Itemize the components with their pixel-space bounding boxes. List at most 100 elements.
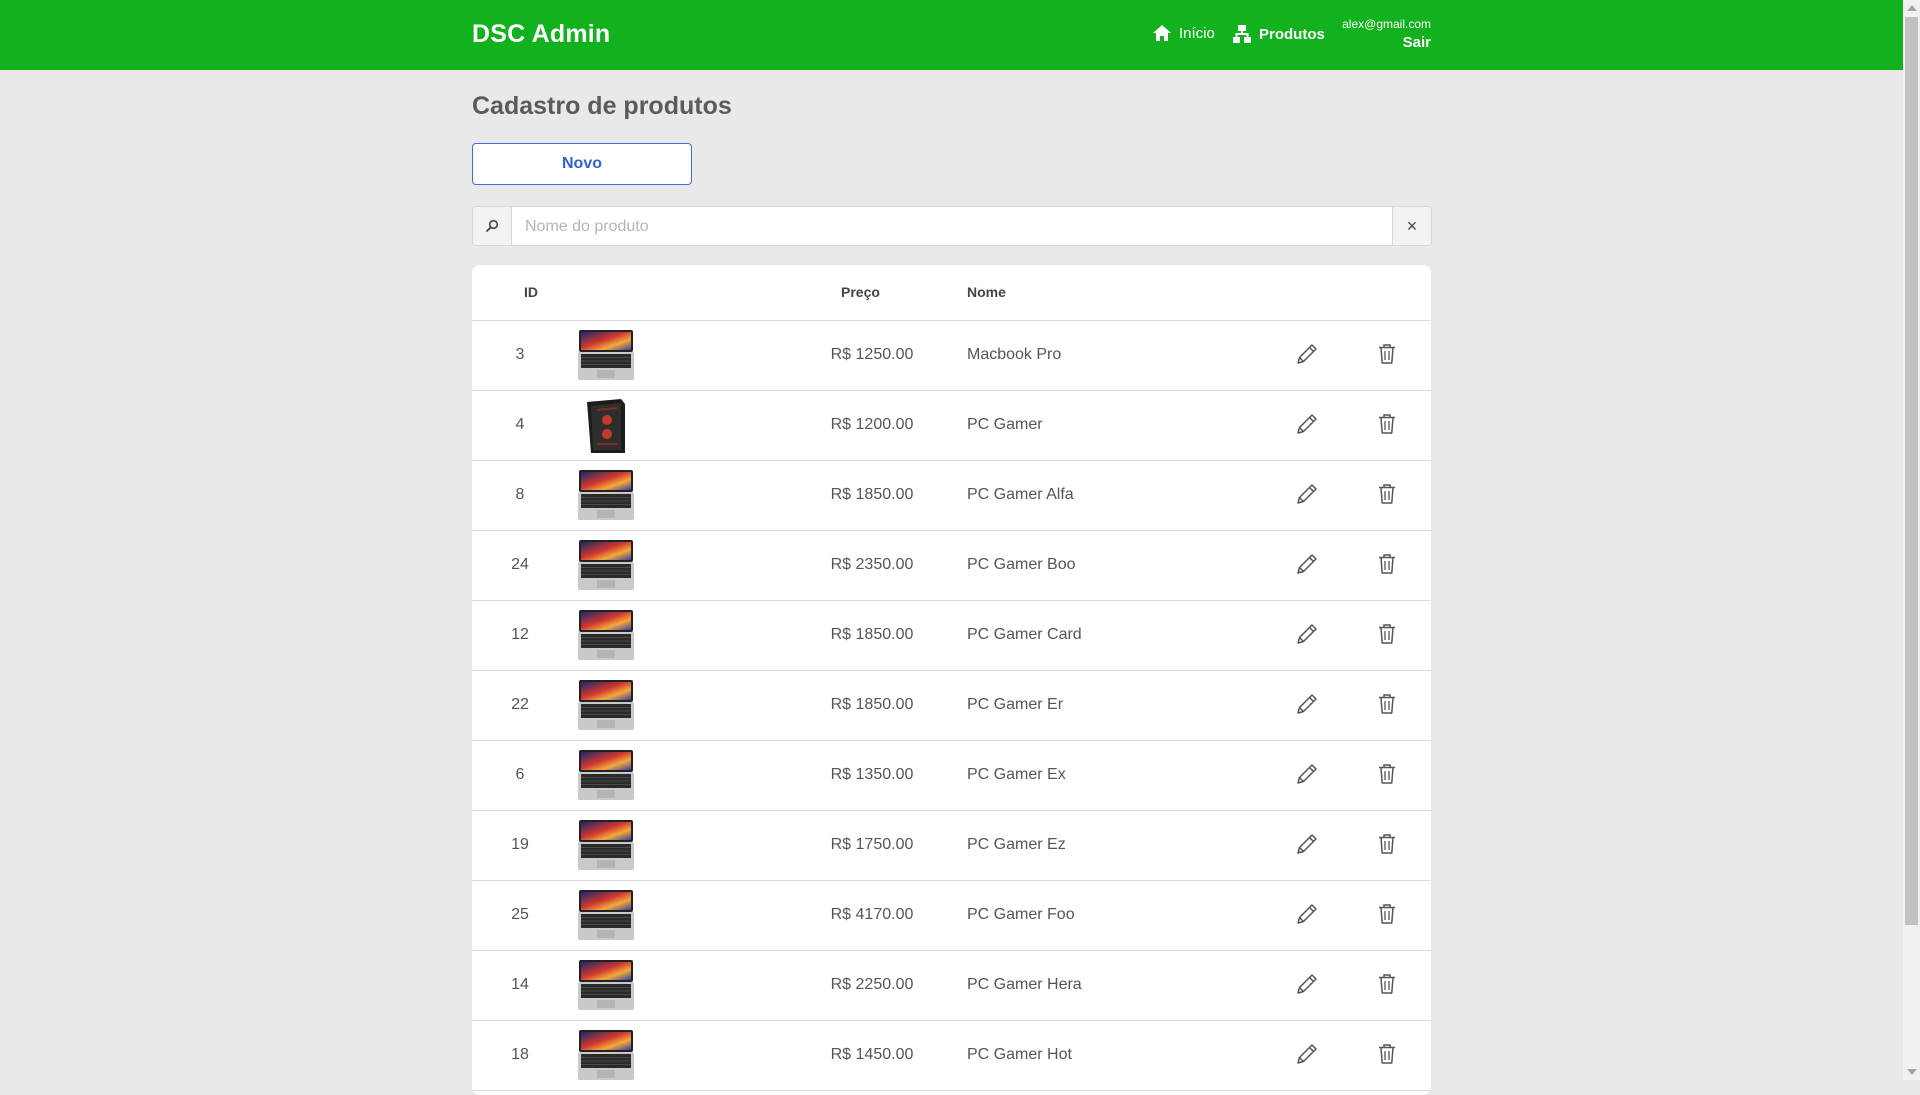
trash-icon[interactable] [1374, 971, 1400, 997]
pencil-icon[interactable] [1294, 1041, 1320, 1067]
nav-products-link[interactable]: Produtos [1232, 24, 1325, 44]
product-image [577, 398, 635, 454]
new-product-button[interactable]: Novo [472, 143, 692, 185]
trash-icon[interactable] [1374, 1041, 1400, 1067]
product-image [577, 818, 635, 874]
scroll-down-arrow-icon[interactable] [1907, 1069, 1917, 1075]
cell-name: PC Gamer Foo [967, 906, 1075, 923]
user-email: alex@gmail.com [1342, 17, 1431, 31]
nav-home-label: Início [1179, 24, 1215, 42]
product-image [577, 608, 635, 664]
header-name: Nome [967, 284, 1006, 300]
pencil-icon[interactable] [1294, 761, 1320, 787]
logout-link[interactable]: Sair [1403, 34, 1431, 51]
cell-price: R$ 2350.00 [830, 556, 914, 573]
cell-price: R$ 2250.00 [830, 976, 914, 993]
product-image [577, 538, 635, 594]
cell-name: PC Gamer Ez [967, 836, 1066, 853]
table-row: 6 R$ 1350.00 PC Gamer Ex [472, 741, 1431, 811]
cell-price: R$ 1250.00 [830, 346, 914, 363]
cell-price: R$ 1750.00 [830, 836, 914, 853]
cell-name: PC Gamer [967, 416, 1043, 433]
product-search-bar: × [472, 206, 1432, 246]
table-row: 12 R$ 1850.00 PC Gamer Card [472, 601, 1431, 671]
table-row: 22 R$ 1850.00 PC Gamer Er [472, 671, 1431, 741]
top-navbar: DSC Admin Início Produtos alex@gmail.com… [0, 0, 1903, 70]
nav-home-link[interactable]: Início [1152, 24, 1215, 42]
trash-icon[interactable] [1374, 551, 1400, 577]
cell-id: 25 [511, 906, 529, 923]
trash-icon[interactable] [1374, 901, 1400, 927]
cell-name: PC Gamer Ex [967, 766, 1066, 783]
pencil-icon[interactable] [1294, 621, 1320, 647]
cell-price: R$ 1450.00 [830, 1046, 914, 1063]
table-header: ID Preço Nome [472, 265, 1431, 321]
pencil-icon[interactable] [1294, 341, 1320, 367]
product-image [577, 468, 635, 524]
cell-id: 22 [511, 696, 529, 713]
cell-name: PC Gamer Hot [967, 1046, 1072, 1063]
product-image [577, 888, 635, 944]
nav-products-label: Produtos [1259, 25, 1325, 43]
table-row: 4 R$ 1200.00 PC Gamer [472, 391, 1431, 461]
cell-id: 19 [511, 836, 529, 853]
pencil-icon[interactable] [1294, 901, 1320, 927]
cell-name: PC Gamer Hera [967, 976, 1082, 993]
cell-price: R$ 1850.00 [830, 696, 914, 713]
pencil-icon[interactable] [1294, 691, 1320, 717]
search-icon [473, 207, 512, 245]
product-image [577, 328, 635, 384]
cell-id: 8 [515, 486, 525, 503]
cell-id: 14 [511, 976, 529, 993]
cell-name: PC Gamer Alfa [967, 486, 1074, 503]
home-icon [1152, 24, 1172, 42]
cell-name: PC Gamer Card [967, 626, 1082, 643]
trash-icon[interactable] [1374, 411, 1400, 437]
trash-icon[interactable] [1374, 691, 1400, 717]
cell-id: 4 [515, 416, 525, 433]
table-row: 24 R$ 2350.00 PC Gamer Boo [472, 531, 1431, 601]
cell-id: 24 [511, 556, 529, 573]
cell-price: R$ 1200.00 [830, 416, 914, 433]
scrollbar-thumb[interactable] [1905, 17, 1918, 925]
header-price: Preço [841, 284, 880, 300]
products-table: ID Preço Nome 3 R$ 1250.00 Macbook Pro 4 R… [472, 265, 1431, 1095]
trash-icon[interactable] [1374, 481, 1400, 507]
cell-id: 3 [515, 346, 525, 363]
trash-icon[interactable] [1374, 761, 1400, 787]
brand-logo[interactable]: DSC Admin [472, 20, 610, 49]
scroll-up-arrow-icon[interactable] [1907, 5, 1917, 11]
table-row: 14 R$ 2250.00 PC Gamer Hera [472, 951, 1431, 1021]
cell-id: 18 [511, 1046, 529, 1063]
pencil-icon[interactable] [1294, 551, 1320, 577]
cell-id: 6 [515, 766, 525, 783]
cell-price: R$ 1350.00 [830, 766, 914, 783]
table-body: 3 R$ 1250.00 Macbook Pro 4 R$ 1200.00 PC Ga… [472, 321, 1431, 1091]
cell-name: PC Gamer Er [967, 696, 1064, 713]
page-title: Cadastro de produtos [472, 92, 732, 120]
clear-search-button[interactable]: × [1392, 207, 1431, 245]
pencil-icon[interactable] [1294, 481, 1320, 507]
sitemap-icon [1232, 24, 1252, 44]
header-id: ID [524, 284, 538, 300]
pencil-icon[interactable] [1294, 971, 1320, 997]
cell-price: R$ 4170.00 [830, 906, 914, 923]
trash-icon[interactable] [1374, 831, 1400, 857]
page-scrollbar[interactable] [1903, 0, 1920, 1080]
table-row: 19 R$ 1750.00 PC Gamer Ez [472, 811, 1431, 881]
cell-price: R$ 1850.00 [830, 626, 914, 643]
cell-name: PC Gamer Boo [967, 556, 1076, 573]
trash-icon[interactable] [1374, 621, 1400, 647]
product-image [577, 1028, 635, 1084]
table-row: 25 R$ 4170.00 PC Gamer Foo [472, 881, 1431, 951]
pencil-icon[interactable] [1294, 831, 1320, 857]
table-row: 18 R$ 1450.00 PC Gamer Hot [472, 1021, 1431, 1091]
cell-id: 12 [511, 626, 529, 643]
product-image [577, 748, 635, 804]
cell-name: Macbook Pro [967, 346, 1062, 363]
pencil-icon[interactable] [1294, 411, 1320, 437]
product-search-input[interactable] [523, 207, 1357, 245]
table-row: 3 R$ 1250.00 Macbook Pro [472, 321, 1431, 391]
trash-icon[interactable] [1374, 341, 1400, 367]
product-image [577, 958, 635, 1014]
